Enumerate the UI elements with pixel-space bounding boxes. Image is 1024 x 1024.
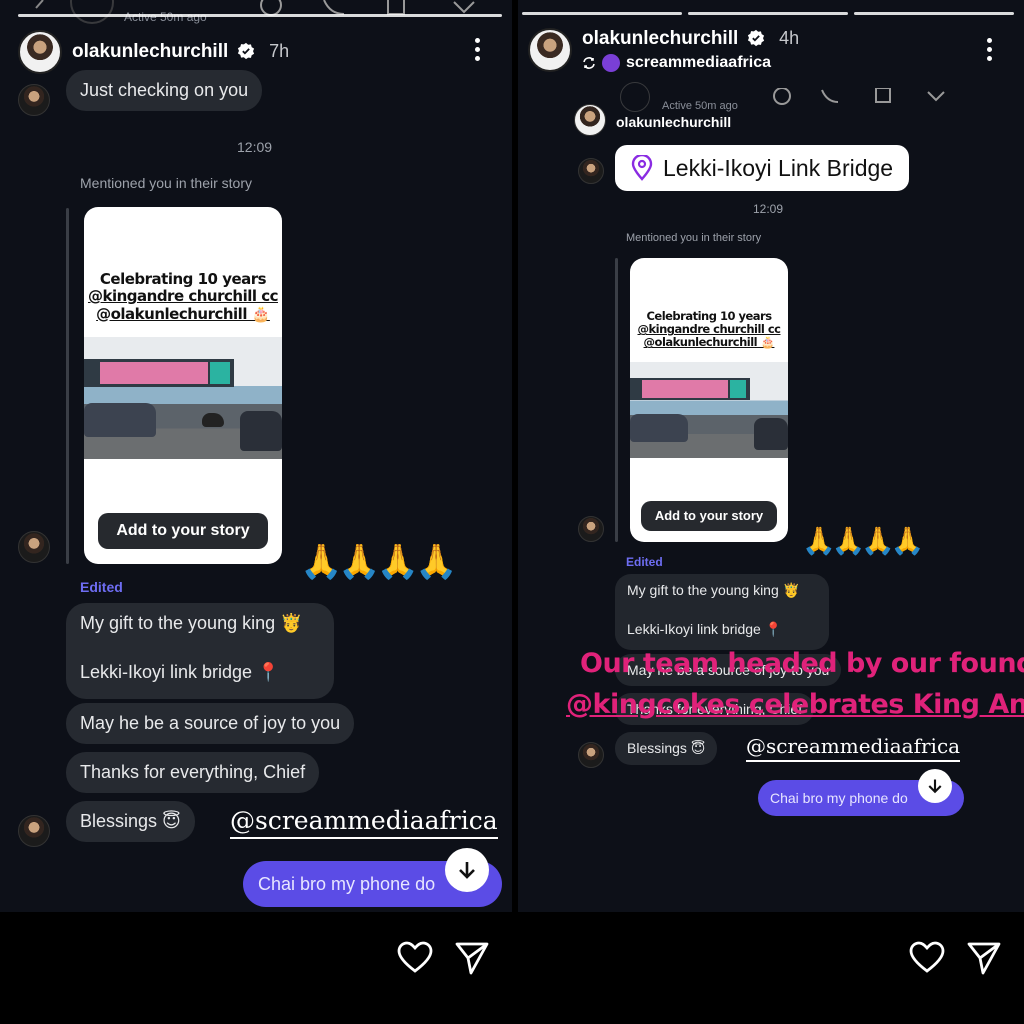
story-caption-line3: @olakunlechurchill 🎂 bbox=[643, 335, 775, 350]
sender-avatar bbox=[18, 84, 50, 116]
avatar[interactable] bbox=[18, 30, 62, 74]
mention-notice: Mentioned you in their story bbox=[626, 232, 762, 244]
story-header: olakunlechurchill 4h screammediaafrica bbox=[528, 28, 799, 72]
add-to-story-button[interactable]: Add to your story bbox=[641, 501, 777, 531]
post-time: 7h bbox=[269, 41, 290, 61]
avatar[interactable] bbox=[528, 28, 572, 72]
scroll-down-button[interactable] bbox=[445, 848, 489, 892]
ghost-active-text: Active 50m ago bbox=[662, 100, 738, 112]
message-text: My gift to the young king 🤴 bbox=[80, 613, 303, 633]
add-to-story-button[interactable]: Add to your story bbox=[98, 513, 268, 549]
username[interactable]: olakunlechurchill bbox=[72, 41, 228, 62]
reaction-emojis: 🙏🙏🙏🙏 bbox=[802, 526, 925, 556]
message-text: Lekki-Ikoyi link bridge 📍 bbox=[80, 662, 280, 682]
ghost-avatar bbox=[620, 82, 650, 112]
story-photo bbox=[630, 362, 788, 458]
heart-icon[interactable] bbox=[397, 940, 433, 976]
sender-avatar bbox=[578, 516, 604, 542]
repost-username[interactable]: screammediaafrica bbox=[626, 54, 771, 72]
message-bubble-group: My gift to the young king 🤴 Lekki-Ikoyi … bbox=[615, 574, 829, 650]
send-icon[interactable] bbox=[454, 940, 490, 976]
ghost-avatar bbox=[70, 0, 114, 24]
repost-icon bbox=[583, 57, 595, 69]
message-bubble-group: My gift to the young king 🤴 Lekki-Ikoyi … bbox=[66, 603, 334, 699]
username[interactable]: olakunlechurchill bbox=[582, 28, 738, 49]
story-progress-bar bbox=[688, 12, 848, 15]
arrow-down-icon bbox=[459, 862, 475, 879]
message-text: My gift to the young king 🤴 bbox=[627, 582, 801, 598]
sender-avatar bbox=[18, 531, 50, 563]
reply-quote-bar bbox=[66, 208, 69, 564]
story-panel-right: olakunlechurchill 4h screammediaafrica A… bbox=[518, 0, 1024, 1024]
story-overlay-text: Our team headed by our founder bbox=[580, 648, 1024, 679]
message-bubble: Blessings 😇 bbox=[66, 801, 195, 842]
story-caption: Celebrating 10 years @kingandre churchil… bbox=[630, 309, 788, 350]
location-pin-icon bbox=[631, 155, 653, 181]
story-caption-line2: @kingandre churchill cc bbox=[87, 287, 279, 306]
location-name: Lekki-Ikoyi Link Bridge bbox=[663, 154, 894, 181]
verified-badge-icon bbox=[237, 42, 254, 60]
mention-notice: Mentioned you in their story bbox=[80, 175, 252, 191]
reply-quote-bar bbox=[615, 258, 618, 542]
story-header: olakunlechurchill 7h bbox=[18, 30, 289, 74]
location-sticker[interactable]: Lekki-Ikoyi Link Bridge bbox=[615, 145, 910, 191]
ghost-active-text: Active 50m ago bbox=[124, 10, 207, 24]
sender-avatar bbox=[18, 815, 50, 847]
story-photo bbox=[84, 337, 282, 459]
timestamp: 12:09 bbox=[237, 139, 273, 155]
story-progress-bar bbox=[854, 12, 1014, 15]
message-bubble: Thanks for everything, Chief bbox=[66, 752, 320, 793]
scroll-down-button[interactable] bbox=[918, 769, 952, 803]
nested-avatar bbox=[574, 104, 606, 136]
story-footer bbox=[0, 912, 512, 1024]
timestamp: 12:09 bbox=[753, 202, 784, 216]
heart-icon[interactable] bbox=[909, 940, 945, 976]
billboard bbox=[630, 378, 750, 400]
story-caption-line3: @olakunlechurchill 🎂 bbox=[96, 304, 270, 323]
send-icon[interactable] bbox=[966, 940, 1002, 976]
billboard bbox=[84, 359, 234, 387]
mention-sticker[interactable]: @screammediaafrica bbox=[746, 734, 961, 762]
story-caption-line1: Celebrating 10 years bbox=[99, 270, 267, 288]
edited-label: Edited bbox=[626, 555, 663, 569]
message-bubble: May he be a source of joy to you bbox=[66, 703, 355, 744]
message-bubble: Blessings 😇 bbox=[615, 732, 718, 765]
post-time: 4h bbox=[779, 28, 800, 48]
sender-avatar bbox=[578, 742, 604, 768]
story-overlay-text: @kingcokes celebrates King Andre bbox=[566, 689, 1024, 720]
kebab-menu-icon[interactable] bbox=[475, 38, 481, 65]
story-progress-bar bbox=[522, 12, 682, 15]
kebab-menu-icon[interactable] bbox=[987, 38, 993, 65]
ghost-icons-row bbox=[260, 0, 475, 16]
message-bubble: Just checking on you bbox=[66, 70, 263, 111]
verified-badge-icon bbox=[747, 29, 764, 47]
story-panel-left: Active 50m ago olakunlechurchill 7h Just… bbox=[0, 0, 512, 1024]
nested-username: olakunlechurchill bbox=[616, 114, 732, 130]
message-text: Lekki-Ikoyi link bridge 📍 bbox=[627, 621, 783, 637]
story-footer bbox=[518, 912, 1024, 1024]
arrow-down-icon bbox=[928, 779, 942, 794]
repost-avatar bbox=[602, 54, 620, 72]
story-progress-bar bbox=[18, 14, 502, 17]
story-caption: Celebrating 10 years @kingandre churchil… bbox=[84, 270, 282, 323]
ghost-icons-row bbox=[773, 88, 945, 105]
sender-avatar bbox=[578, 158, 604, 184]
mention-sticker[interactable]: @screammediaafrica bbox=[230, 806, 498, 839]
edited-label: Edited bbox=[80, 579, 123, 595]
story-preview-card[interactable]: Celebrating 10 years @kingandre churchil… bbox=[84, 207, 282, 564]
repost-attribution[interactable]: screammediaafrica bbox=[582, 54, 799, 72]
story-preview-card[interactable]: Celebrating 10 years @kingandre churchil… bbox=[630, 258, 788, 542]
reaction-emojis: 🙏🙏🙏🙏 bbox=[300, 543, 457, 581]
